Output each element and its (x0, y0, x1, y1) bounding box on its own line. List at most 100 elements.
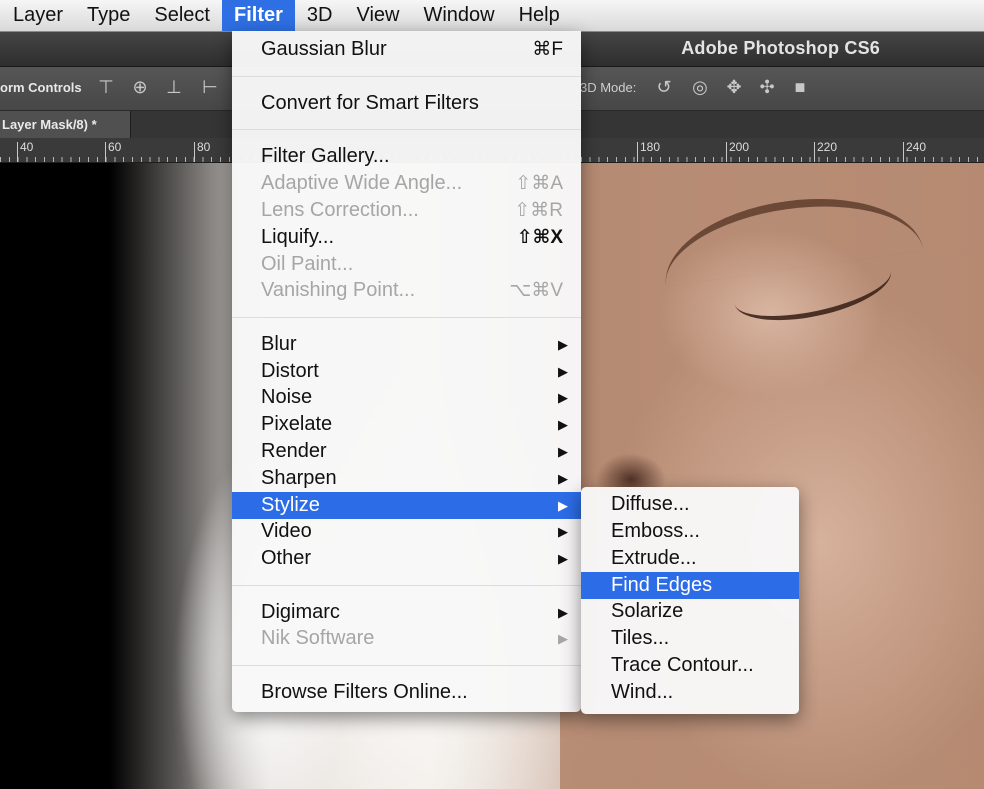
submenu-item-trace-contour[interactable]: Trace Contour... (581, 652, 799, 679)
menu-item-distort[interactable]: Distort ▶ (232, 358, 581, 385)
menu-item-oil-paint[interactable]: Oil Paint... (232, 251, 581, 278)
filter-menu: Gaussian Blur ⌘F Convert for Smart Filte… (232, 31, 581, 712)
submenu-item-wind[interactable]: Wind... (581, 679, 799, 706)
menu-item-blur[interactable]: Blur ▶ (232, 331, 581, 358)
menu-item-label: Browse Filters Online... (261, 681, 468, 703)
submenu-arrow-icon: ▶ (558, 390, 568, 405)
menu-item-label: Nik Software (261, 627, 375, 649)
menu-separator (232, 585, 581, 586)
app-title: Adobe Photoshop CS6 (681, 38, 880, 58)
menu-item-gaussian-blur[interactable]: Gaussian Blur ⌘F (232, 36, 581, 63)
menu-item-label: Blur (261, 333, 297, 355)
submenu-item-label: Extrude... (611, 547, 697, 569)
menu-item-adaptive-wide-angle[interactable]: Adaptive Wide Angle... ⇧⌘A (232, 170, 581, 197)
mac-menu-bar: Layer Type Select Filter 3D View Window … (0, 0, 984, 32)
3d-pan-icon[interactable]: ✥ (724, 77, 744, 97)
stylize-submenu: Diffuse... Emboss... Extrude... Find Edg… (581, 487, 799, 714)
ruler-label: 80 (197, 140, 211, 154)
submenu-arrow-icon: ▶ (558, 444, 568, 459)
3d-rotate-icon[interactable]: ↺ (654, 77, 674, 97)
menu-item-render[interactable]: Render ▶ (232, 438, 581, 465)
submenu-item-tiles[interactable]: Tiles... (581, 625, 799, 652)
ruler-major-tick (105, 142, 106, 162)
menu-item-liquify[interactable]: Liquify... ⇧⌘X (232, 224, 581, 251)
ruler-label: 40 (20, 140, 34, 154)
document-tab[interactable]: Layer Mask/8) * (0, 111, 131, 138)
menu-item-filter-gallery[interactable]: Filter Gallery... (232, 143, 581, 170)
submenu-item-label: Solarize (611, 600, 684, 622)
align-left-edges-icon[interactable]: ⊢ (200, 77, 220, 97)
menu-item-nik-software[interactable]: Nik Software ▶ (232, 625, 581, 652)
submenu-item-solarize[interactable]: Solarize (581, 598, 799, 625)
ruler-label: 180 (640, 140, 661, 154)
ruler-label: 240 (906, 140, 927, 154)
align-top-edges-icon[interactable]: ⊤ (96, 77, 116, 97)
ruler-major-tick (814, 142, 815, 162)
menu-item-label: Gaussian Blur (261, 38, 387, 60)
submenu-item-label: Trace Contour... (611, 654, 754, 676)
submenu-item-label: Tiles... (611, 627, 670, 649)
submenu-item-find-edges[interactable]: Find Edges (581, 572, 799, 599)
menu-item-shortcut: ⇧⌘R (514, 200, 563, 221)
menu-item-label: Sharpen (261, 467, 337, 489)
submenu-item-diffuse[interactable]: Diffuse... (581, 491, 799, 518)
menu-separator (232, 317, 581, 318)
menu-select[interactable]: Select (142, 0, 222, 31)
menu-help[interactable]: Help (507, 0, 572, 31)
menu-separator (232, 129, 581, 130)
ruler-major-tick (17, 142, 18, 162)
menu-item-label: Render (261, 440, 327, 462)
menu-view[interactable]: View (344, 0, 411, 31)
menu-item-label: Other (261, 547, 312, 569)
menu-item-pixelate[interactable]: Pixelate ▶ (232, 411, 581, 438)
submenu-item-label: Wind... (611, 681, 674, 703)
menu-item-shortcut: ⌘F (532, 39, 563, 60)
menu-item-label: Video (261, 520, 312, 542)
menu-item-label: Stylize (261, 494, 320, 516)
menu-filter[interactable]: Filter (221, 0, 295, 31)
align-bottom-edges-icon[interactable]: ⊥ (164, 77, 184, 97)
menu-window[interactable]: Window (411, 0, 506, 31)
align-vertical-centers-icon[interactable]: ⊕ (130, 77, 150, 97)
menu-separator (232, 665, 581, 666)
3d-mode-label: 3D Mode: (580, 80, 637, 95)
menu-item-shortcut: ⌥⌘V (509, 280, 563, 301)
menu-item-label: Adaptive Wide Angle... (261, 172, 463, 194)
ruler-major-tick (903, 142, 904, 162)
submenu-arrow-icon: ▶ (558, 337, 568, 352)
ruler-label: 60 (108, 140, 122, 154)
menu-item-convert-for-smart-filters[interactable]: Convert for Smart Filters (232, 90, 581, 117)
menu-item-digimarc[interactable]: Digimarc ▶ (232, 599, 581, 626)
menu-item-shortcut: ⇧⌘A (515, 173, 563, 194)
ruler-major-tick (726, 142, 727, 162)
submenu-arrow-icon: ▶ (558, 551, 568, 566)
menu-separator (232, 76, 581, 77)
menu-item-stylize[interactable]: Stylize ▶ (232, 492, 581, 519)
menu-item-label: Lens Correction... (261, 199, 419, 221)
submenu-arrow-icon: ▶ (558, 605, 568, 620)
3d-scale-icon[interactable]: ■ (790, 77, 810, 97)
menu-item-label: Filter Gallery... (261, 145, 390, 167)
menu-type[interactable]: Type (75, 0, 142, 31)
3d-slide-icon[interactable]: ✣ (757, 77, 777, 97)
menu-3d[interactable]: 3D (295, 0, 345, 31)
menu-item-label: Convert for Smart Filters (261, 92, 479, 114)
submenu-item-emboss[interactable]: Emboss... (581, 518, 799, 545)
menu-item-lens-correction[interactable]: Lens Correction... ⇧⌘R (232, 197, 581, 224)
menu-layer[interactable]: Layer (0, 0, 75, 31)
menu-item-noise[interactable]: Noise ▶ (232, 384, 581, 411)
menu-item-video[interactable]: Video ▶ (232, 518, 581, 545)
submenu-arrow-icon: ▶ (558, 498, 568, 513)
menu-item-sharpen[interactable]: Sharpen ▶ (232, 465, 581, 492)
menu-item-label: Distort (261, 360, 319, 382)
show-transform-controls-label[interactable]: orm Controls (0, 80, 82, 95)
menu-item-other[interactable]: Other ▶ (232, 545, 581, 572)
menu-item-label: Liquify... (261, 226, 334, 248)
3d-roll-icon[interactable]: ◎ (690, 77, 710, 97)
submenu-item-extrude[interactable]: Extrude... (581, 545, 799, 572)
menu-item-label: Noise (261, 386, 313, 408)
menu-item-browse-filters-online[interactable]: Browse Filters Online... (232, 679, 581, 706)
menu-item-vanishing-point[interactable]: Vanishing Point... ⌥⌘V (232, 277, 581, 304)
submenu-item-label: Emboss... (611, 520, 700, 542)
submenu-arrow-icon: ▶ (558, 471, 568, 486)
